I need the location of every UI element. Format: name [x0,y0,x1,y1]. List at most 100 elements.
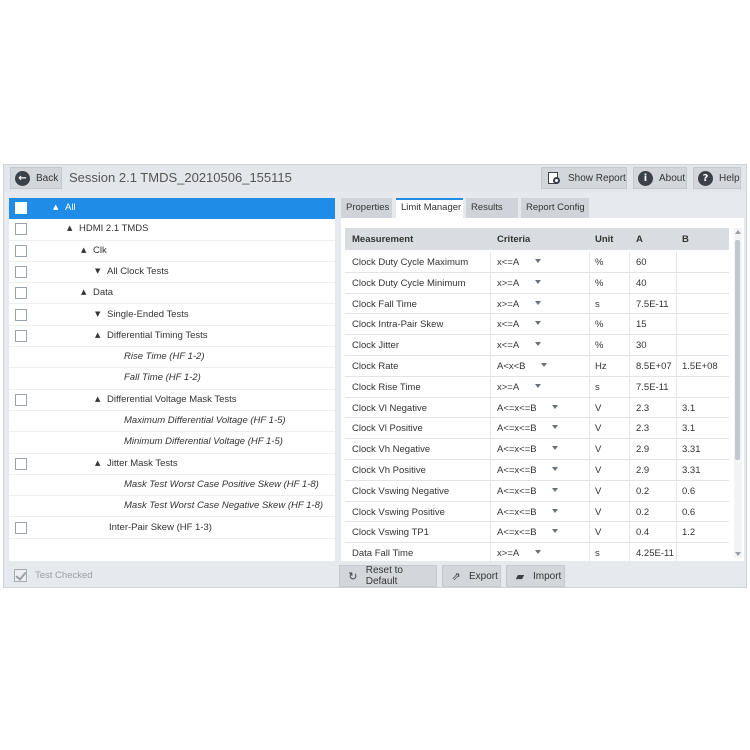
scroll-up-icon[interactable] [735,230,741,234]
tree-row[interactable]: ▲ Clk [9,241,335,262]
limit-b-cell[interactable]: 3.1 [682,403,695,414]
limit-a-cell[interactable]: 0.2 [636,507,649,518]
criteria-dropdown-icon[interactable] [535,279,541,284]
test-checked-toggle[interactable]: Test Checked [14,569,93,582]
limit-b-cell[interactable]: 1.5E+08 [682,361,718,372]
expand-up-icon[interactable]: ▲ [95,459,100,467]
criteria-cell[interactable]: A<=x<=B [497,527,537,538]
tree-checkbox[interactable] [15,521,27,534]
tab-properties[interactable]: Properties [341,198,392,218]
column-header[interactable]: Measurement [352,234,413,245]
criteria-dropdown-icon[interactable] [541,363,547,367]
limit-a-cell[interactable]: 0.2 [636,486,649,497]
tree-row[interactable]: ▼ All Clock Tests [9,262,335,284]
tree-row[interactable]: Mask Test Worst Case Positive Skew (HF 1… [9,475,335,497]
tree-row[interactable]: Fall Time (HF 1-2) [9,368,335,390]
tab-limit-manager[interactable]: Limit Manager [396,198,463,218]
criteria-dropdown-icon[interactable] [535,383,541,388]
tree-row[interactable]: ▼ Single-Ended Tests [9,305,335,326]
limit-a-cell[interactable]: 8.5E+07 [636,361,672,372]
criteria-cell[interactable]: A<=x<=B [497,486,537,497]
criteria-dropdown-icon[interactable] [552,508,558,513]
criteria-cell[interactable]: A<=x<=B [497,423,537,434]
tree-row[interactable]: Rise Time (HF 1-2) [9,347,335,369]
limit-b-cell[interactable]: 3.31 [682,465,701,476]
criteria-dropdown-icon[interactable] [552,404,558,409]
criteria-cell[interactable]: A<=x<=B [497,465,537,476]
expand-up-icon[interactable]: ▲ [67,224,72,232]
limit-a-cell[interactable]: 40 [636,278,647,289]
criteria-dropdown-icon[interactable] [552,529,558,534]
criteria-cell[interactable]: x<=A [497,319,519,330]
limit-row[interactable]: Clock Vh Negative A<=x<=B V 2.9 3.31 [345,439,729,460]
criteria-cell[interactable]: A<=x<=B [497,403,537,414]
limit-row[interactable]: Clock Vh Positive A<=x<=B V 2.9 3.31 [345,460,729,481]
tree-row[interactable]: Maximum Differential Voltage (HF 1-5) [9,411,335,433]
criteria-dropdown-icon[interactable] [552,467,558,471]
criteria-dropdown-icon[interactable] [535,550,541,555]
tree-row[interactable]: ▲ Differential Timing Tests [9,326,335,348]
tree-checkbox[interactable] [15,202,27,214]
scroll-down-icon[interactable] [735,552,741,556]
limit-row[interactable]: Clock Fall Time x>=A s 7.5E-11 [345,293,729,315]
limit-row[interactable]: Clock Vswing TP1 A<=x<=B V 0.4 1.2 [345,522,729,544]
collapse-down-icon[interactable]: ▼ [95,267,100,275]
criteria-cell[interactable]: x>=A [497,548,519,559]
limit-row[interactable]: Data Fall Time x>=A s 4.25E-11 [345,543,729,561]
export-button[interactable]: ⇗ Export [442,565,501,587]
tree-row[interactable]: ▲ Differential Voltage Mask Tests [9,390,335,411]
scroll-thumb[interactable] [735,240,740,460]
expand-up-icon[interactable]: ▲ [81,246,86,254]
criteria-cell[interactable]: x<=A [497,340,519,351]
limit-row[interactable]: Clock Intra-Pair Skew x<=A% 15 [345,314,729,336]
criteria-cell[interactable]: A<x<B [497,361,526,372]
import-button[interactable]: ▰ Import [506,565,565,587]
criteria-cell[interactable]: x>=A [497,382,519,393]
limit-a-cell[interactable]: 2.9 [636,444,649,455]
limit-a-cell[interactable]: 2.3 [636,423,649,434]
limit-row[interactable]: Clock Duty Cycle Minimum x>=A% 40 [345,272,729,294]
show-report-button[interactable]: Show Report [541,167,627,189]
limit-b-cell[interactable]: 3.1 [682,423,695,434]
tree-row[interactable]: Mask Test Worst Case Negative Skew (HF 1… [9,496,335,518]
tree-row[interactable]: Inter-Pair Skew (HF 1-3) [9,518,335,539]
tree-row[interactable]: Minimum Differential Voltage (HF 1-5) [9,432,335,454]
criteria-dropdown-icon[interactable] [535,321,541,326]
tree-checkbox[interactable] [15,265,27,278]
column-header[interactable]: Unit [595,234,613,245]
criteria-cell[interactable]: x>=A [497,278,519,289]
tree-checkbox[interactable] [15,457,27,470]
reset-to-default-button[interactable]: ↻ Reset to Default [339,565,437,587]
tree-checkbox[interactable] [15,287,27,300]
tree-checkbox[interactable] [15,308,27,321]
tree-checkbox[interactable] [15,223,27,236]
tree-row[interactable]: ▲ Jitter Mask Tests [9,454,335,475]
limit-a-cell[interactable]: 7.5E-11 [636,299,669,310]
limit-a-cell[interactable]: 30 [636,340,647,351]
limit-row[interactable]: Clock Vl Positive A<=x<=B V 2.3 3.1 [345,418,729,440]
limit-a-cell[interactable]: 60 [636,257,647,268]
criteria-cell[interactable]: A<=x<=B [497,507,537,518]
criteria-dropdown-icon[interactable] [535,300,541,305]
tree-checkbox[interactable] [15,329,27,342]
limit-row[interactable]: Clock Rise Time x>=A s 7.5E-11 [345,376,729,398]
column-header[interactable]: A [636,234,643,245]
criteria-cell[interactable]: x<=A [497,257,519,268]
collapse-down-icon[interactable]: ▼ [95,310,100,318]
tab-results[interactable]: Results [466,198,518,218]
criteria-dropdown-icon[interactable] [552,487,558,492]
tree-checkbox[interactable] [15,244,27,257]
criteria-cell[interactable]: x>=A [497,299,519,310]
criteria-dropdown-icon[interactable] [535,342,541,347]
tree-row[interactable]: ▲ All [9,198,335,220]
limit-a-cell[interactable]: 2.9 [636,465,649,476]
limit-b-cell[interactable]: 3.31 [682,444,701,455]
tree-checkbox[interactable] [15,393,27,406]
limit-b-cell[interactable]: 0.6 [682,507,695,518]
criteria-dropdown-icon[interactable] [535,259,541,263]
column-header[interactable]: Criteria [497,234,530,245]
criteria-cell[interactable]: A<=x<=B [497,444,537,455]
criteria-dropdown-icon[interactable] [552,446,558,451]
expand-up-icon[interactable]: ▲ [81,288,86,296]
tab-report-config[interactable]: Report Config [521,198,589,218]
